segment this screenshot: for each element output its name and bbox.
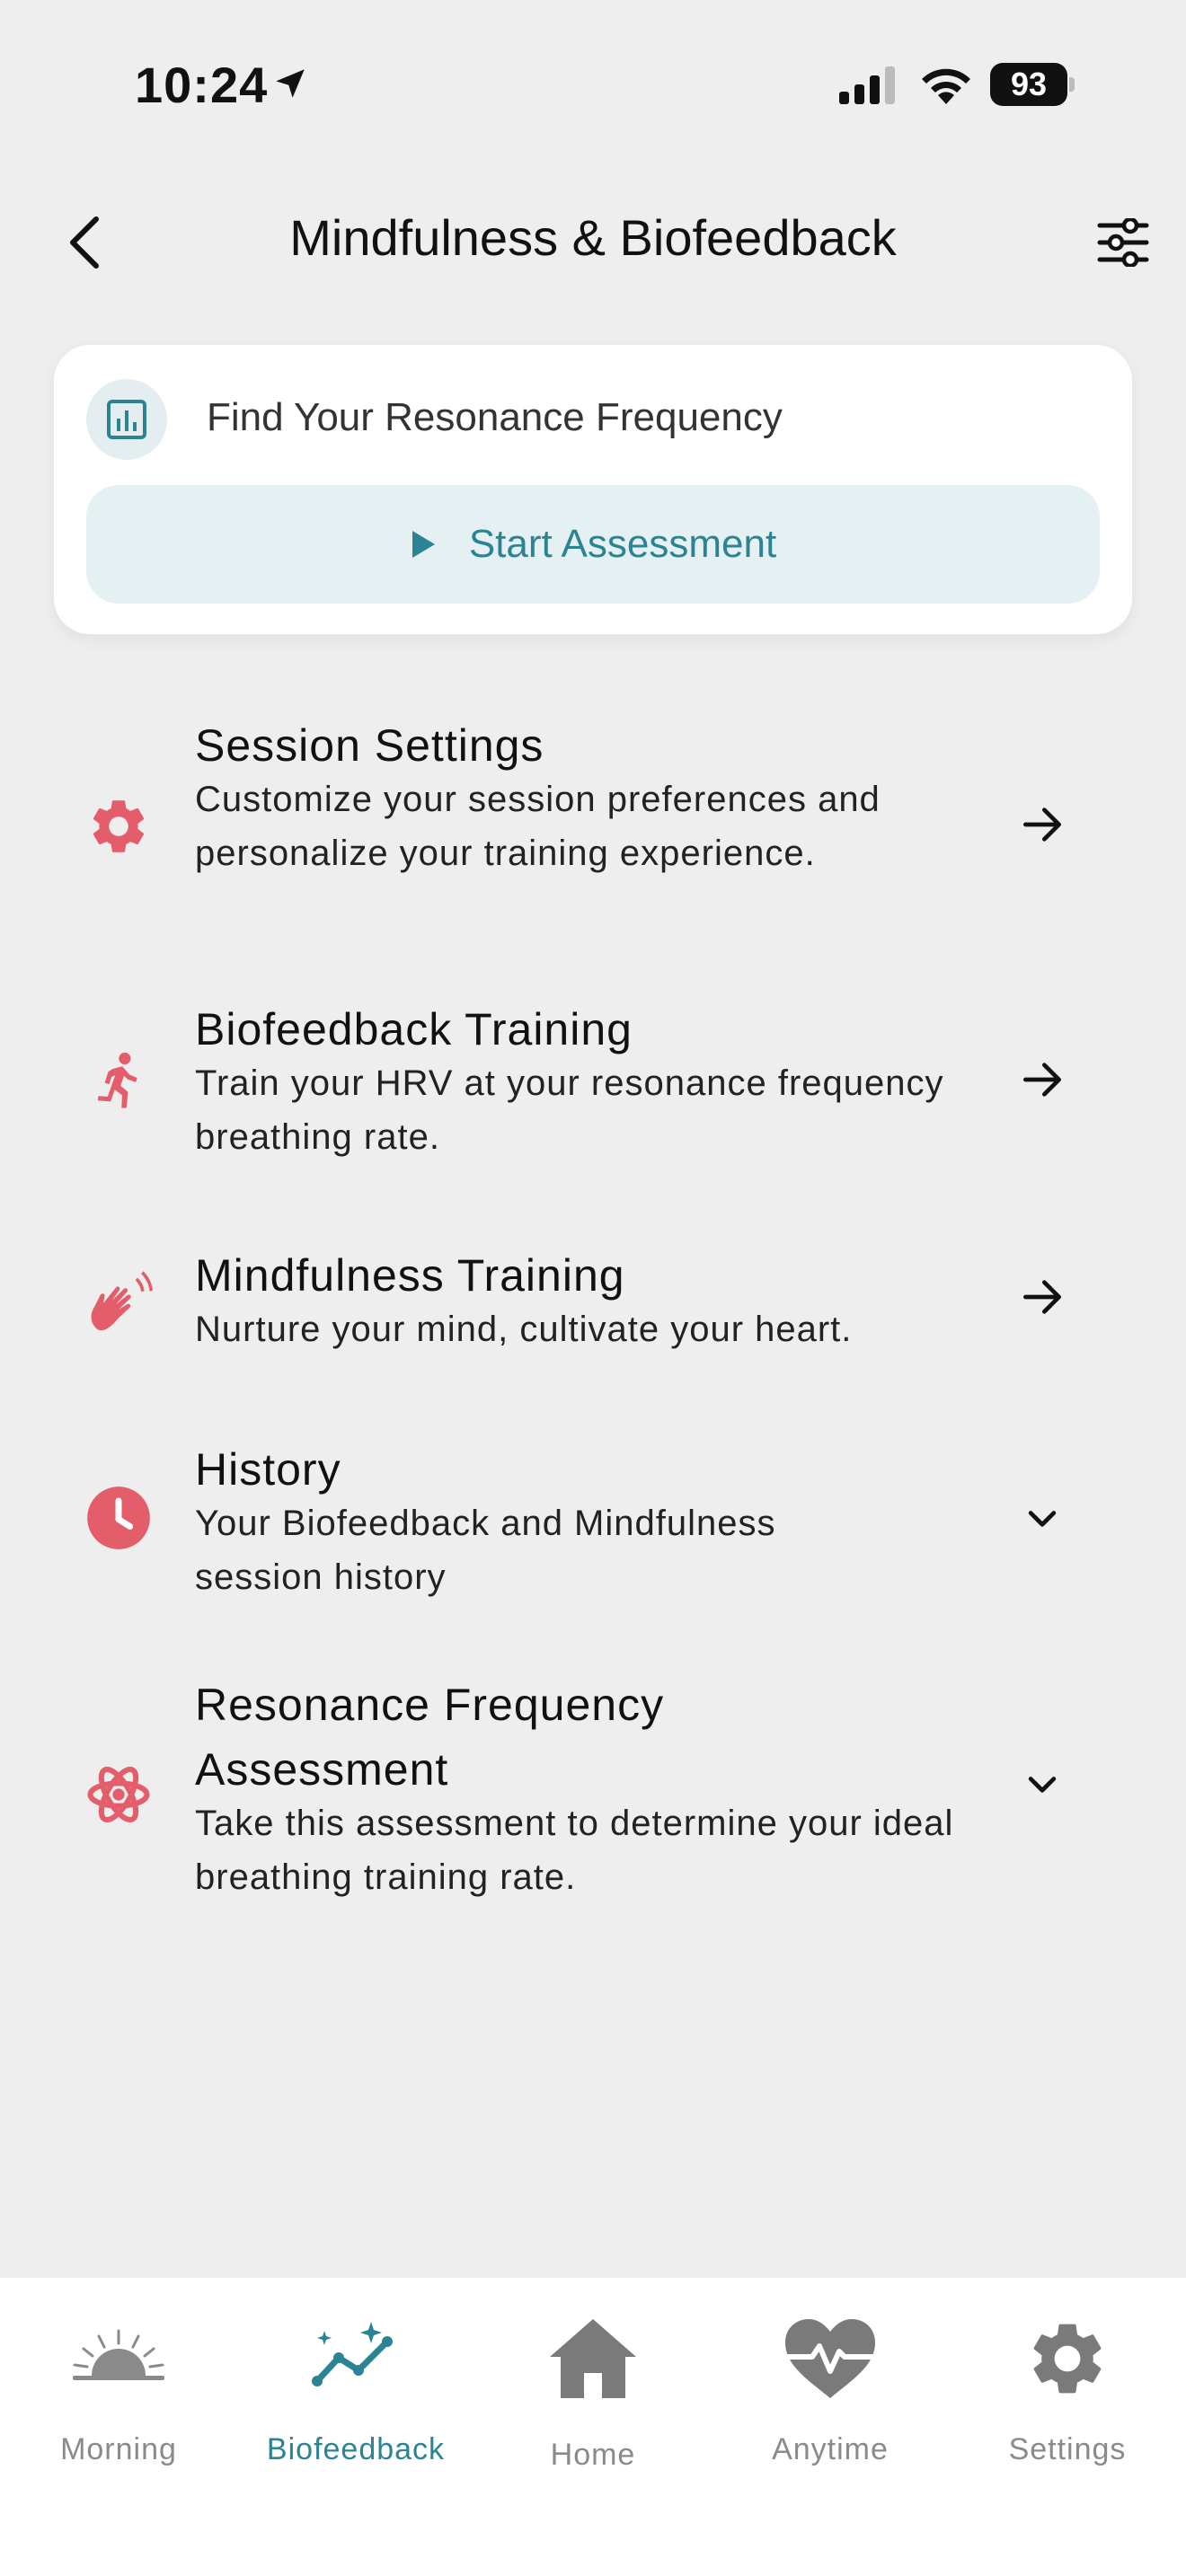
sparkle-chart-icon xyxy=(237,2305,474,2413)
atom-icon xyxy=(81,1757,156,1832)
sunrise-icon xyxy=(0,2305,237,2413)
wifi-icon xyxy=(918,63,974,110)
list-item-description: Take this assessment to determine your i… xyxy=(195,1804,954,1897)
list-item-biofeedback-training[interactable]: Biofeedback Training Train your HRV at y… xyxy=(54,984,1132,1182)
list-item-description: Train your HRV at your resonance frequen… xyxy=(195,1063,944,1157)
bar-chart-icon xyxy=(86,379,167,460)
list-item-title: Session Settings xyxy=(195,720,544,771)
start-assessment-label: Start Assessment xyxy=(468,522,777,566)
list-item-description: Nurture your mind, cultivate your heart. xyxy=(195,1310,853,1349)
cellular-signal-icon xyxy=(839,65,902,109)
battery-indicator: 93 xyxy=(990,63,1076,106)
page-title: Mindfulness & Biofeedback xyxy=(289,209,897,266)
arrow-right-icon[interactable] xyxy=(1006,789,1078,860)
card-title: Find Your Resonance Frequency xyxy=(207,395,783,439)
list-item-title: Biofeedback Training xyxy=(195,1004,633,1054)
filter-button[interactable] xyxy=(1083,207,1164,278)
clock-icon xyxy=(81,1480,156,1556)
list-item-title: History xyxy=(195,1444,341,1495)
tab-label: Home xyxy=(550,2438,636,2472)
status-bar: 10:24 93 xyxy=(0,0,1186,171)
heart-pulse-icon xyxy=(712,2305,949,2413)
tab-label: Settings xyxy=(1008,2432,1127,2466)
header: Mindfulness & Biofeedback xyxy=(0,189,1186,296)
tab-morning[interactable]: Morning xyxy=(0,2278,237,2511)
tab-bar: Morning Biofeedback Home Anytime Setting… xyxy=(0,2278,1186,2576)
tab-label: Biofeedback xyxy=(266,2432,446,2466)
location-arrow-icon xyxy=(271,65,309,107)
list-item-resonance-frequency-assessment[interactable]: Resonance Frequency Assessment Take this… xyxy=(54,1660,1132,1920)
tab-label: Morning xyxy=(60,2432,177,2466)
hands-icon xyxy=(81,1263,156,1338)
list-item-mindfulness-training[interactable]: Mindfulness Training Nurture your mind, … xyxy=(54,1231,1132,1374)
list-item-history[interactable]: History Your Biofeedback and Mindfulness… xyxy=(54,1425,1132,1622)
tab-anytime[interactable]: Anytime xyxy=(712,2278,949,2511)
battery-tip xyxy=(1069,77,1075,92)
start-assessment-button[interactable]: Start Assessment xyxy=(86,485,1100,604)
list-item-title: Mindfulness Training xyxy=(195,1250,625,1301)
tab-home[interactable]: Home xyxy=(474,2278,712,2511)
status-time: 10:24 xyxy=(135,57,269,113)
chevron-down-icon[interactable] xyxy=(1006,1482,1078,1554)
arrow-right-icon[interactable] xyxy=(1006,1044,1078,1116)
tab-biofeedback[interactable]: Biofeedback xyxy=(237,2278,474,2511)
sliders-icon xyxy=(1097,218,1149,267)
list-item-description: Customize your session preferences and p… xyxy=(195,780,881,873)
tab-label: Anytime xyxy=(772,2432,889,2466)
battery-level: 93 xyxy=(990,63,1067,106)
list-item-session-settings[interactable]: Session Settings Customize your session … xyxy=(54,701,1132,952)
gear-icon xyxy=(81,789,156,864)
chevron-down-icon[interactable] xyxy=(1006,1748,1078,1820)
running-person-icon xyxy=(81,1045,156,1121)
list-item-title: Resonance Frequency Assessment xyxy=(195,1680,665,1795)
arrow-right-icon[interactable] xyxy=(1006,1261,1078,1333)
home-icon xyxy=(474,2305,712,2413)
tab-settings[interactable]: Settings xyxy=(949,2278,1186,2511)
play-icon xyxy=(412,531,435,558)
list-item-description: Your Biofeedback and Mindfulness session… xyxy=(195,1504,776,1597)
gear-icon xyxy=(949,2305,1186,2413)
resonance-frequency-card: Find Your Resonance Frequency Start Asse… xyxy=(54,345,1132,634)
